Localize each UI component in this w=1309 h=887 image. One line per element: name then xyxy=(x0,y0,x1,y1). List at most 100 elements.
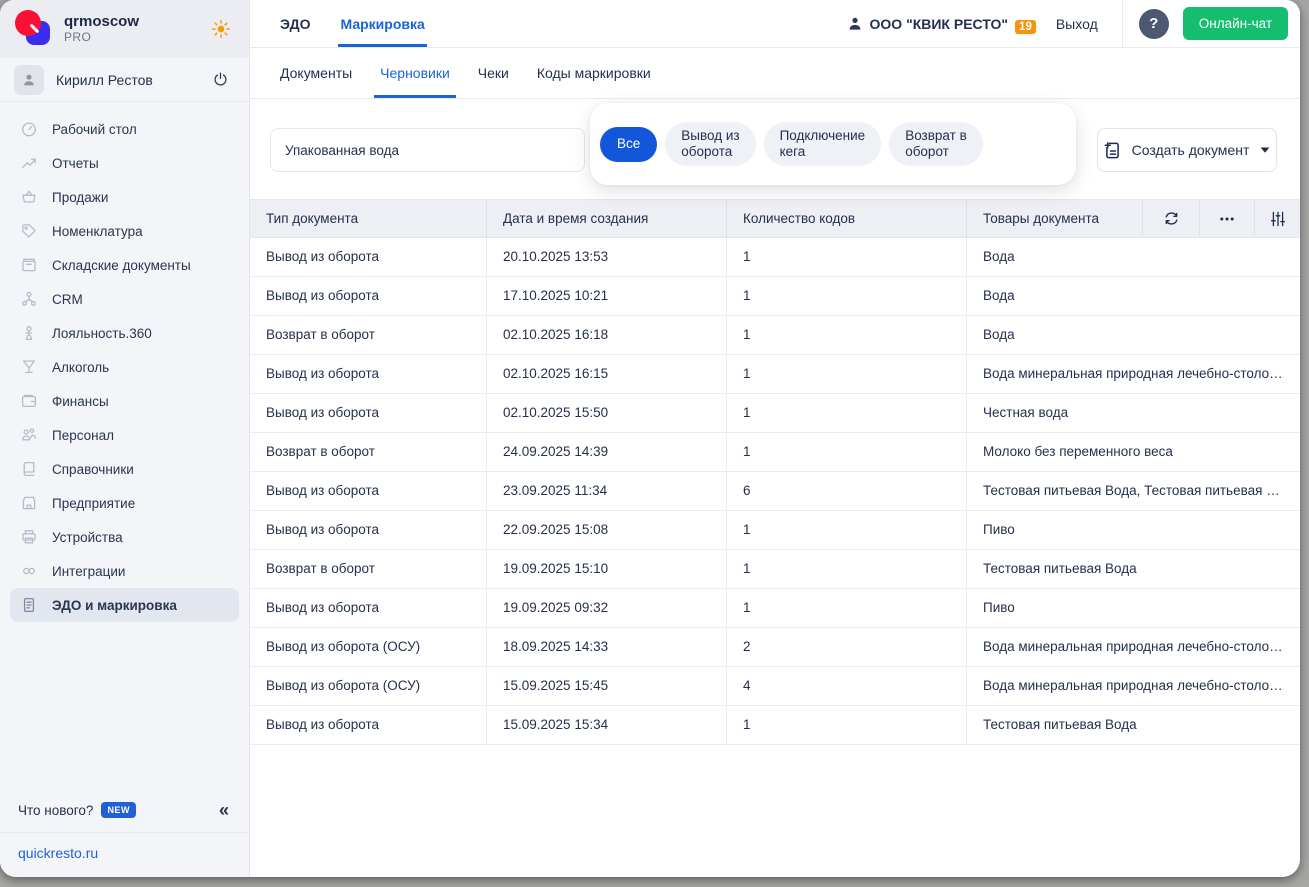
sales-icon xyxy=(20,188,38,206)
sidebar-item-sales[interactable]: Продажи xyxy=(10,180,239,214)
organization[interactable]: ООО "КВИК РЕСТО" 19 xyxy=(847,13,1036,34)
table-row[interactable]: Вывод из оборота 22.09.2025 15:08 1 Пиво xyxy=(250,511,1300,550)
cell-products: Молоко без переменного веса xyxy=(967,433,1300,471)
app-meta: qrmoscow PRO xyxy=(64,13,139,44)
column-header-codes: Количество кодов xyxy=(727,200,967,237)
sidebar-item-crm[interactable]: CRM xyxy=(10,282,239,316)
top-nav-tab[interactable]: Маркировка xyxy=(340,0,424,47)
filter-chip[interactable]: Возврат в оборот xyxy=(889,122,983,166)
refresh-button[interactable] xyxy=(1143,200,1200,237)
sidebar-item-staff[interactable]: Персонал xyxy=(10,418,239,452)
alcohol-icon xyxy=(20,358,38,376)
cell-codes-count: 1 xyxy=(727,433,967,471)
edo-icon xyxy=(20,596,38,614)
user-row[interactable]: Кирилл Рестов xyxy=(0,58,249,102)
finance-icon xyxy=(20,392,38,410)
cell-document-type: Вывод из оборота xyxy=(250,511,487,549)
sidebar-item-directories[interactable]: Справочники xyxy=(10,452,239,486)
whats-new-row[interactable]: Что нового? NEW « xyxy=(0,787,249,833)
filter-chip[interactable]: Вывод из оборота xyxy=(665,122,755,166)
cell-created-datetime: 02.10.2025 15:50 xyxy=(487,394,727,432)
cell-products: Тестовая питьевая Вода, Тестовая питьева… xyxy=(967,472,1300,510)
collapse-sidebar-icon[interactable]: « xyxy=(219,801,229,819)
table-row[interactable]: Вывод из оборота 02.10.2025 16:15 1 Вода… xyxy=(250,355,1300,394)
person-icon xyxy=(847,16,863,32)
tab-коды-маркировки[interactable]: Коды маркировки xyxy=(537,48,651,98)
sidebar-item-finance[interactable]: Финансы xyxy=(10,384,239,418)
cell-created-datetime: 15.09.2025 15:34 xyxy=(487,706,727,744)
table-row[interactable]: Возврат в оборот 24.09.2025 14:39 1 Моло… xyxy=(250,433,1300,472)
cell-created-datetime: 17.10.2025 10:21 xyxy=(487,277,727,315)
sidebar-item-integrations[interactable]: Интеграции xyxy=(10,554,239,588)
table-row[interactable]: Возврат в оборот 19.09.2025 15:10 1 Тест… xyxy=(250,550,1300,589)
theme-sun-icon[interactable] xyxy=(211,19,231,39)
top-nav-tab[interactable]: ЭДО xyxy=(280,0,310,47)
sidebar-item-devices[interactable]: Устройства xyxy=(10,520,239,554)
sidebar-item-nomenclature[interactable]: Номенклатура xyxy=(10,214,239,248)
sidebar-item-alcohol[interactable]: Алкоголь xyxy=(10,350,239,384)
table-row[interactable]: Вывод из оборота 02.10.2025 15:50 1 Чест… xyxy=(250,394,1300,433)
marking-tabs: Документы Черновики Чеки Коды маркировки xyxy=(250,48,1300,99)
sidebar-item-label: Устройства xyxy=(52,530,123,545)
table-row[interactable]: Возврат в оборот 02.10.2025 16:18 1 Вода xyxy=(250,316,1300,355)
staff-icon xyxy=(20,426,38,444)
table-row[interactable]: Вывод из оборота 15.09.2025 15:34 1 Тест… xyxy=(250,706,1300,745)
cell-products: Тестовая питьевая Вода xyxy=(967,706,1300,744)
table-row[interactable]: Вывод из оборота 19.09.2025 09:32 1 Пиво xyxy=(250,589,1300,628)
cell-products: Вода минеральная природная лечебно-столо… xyxy=(967,355,1300,393)
sidebar-item-warehouse[interactable]: Складские документы xyxy=(10,248,239,282)
sidebar-item-loyalty[interactable]: Лояльность.360 xyxy=(10,316,239,350)
user-name: Кирилл Рестов xyxy=(56,72,153,88)
cell-products: Вода минеральная природная лечебно-столо… xyxy=(967,667,1300,705)
more-options-button[interactable] xyxy=(1200,200,1255,237)
site-link[interactable]: quickresto.ru xyxy=(0,833,249,877)
sidebar-item-label: Персонал xyxy=(52,428,114,443)
sidebar-item-reports[interactable]: Отчеты xyxy=(10,146,239,180)
chevron-down-icon xyxy=(1258,143,1272,157)
sidebar-item-enterprise[interactable]: Предприятие xyxy=(10,486,239,520)
tab-чеки[interactable]: Чеки xyxy=(478,48,509,98)
create-document-button[interactable]: Создать документ xyxy=(1097,128,1277,172)
cell-created-datetime: 24.09.2025 14:39 xyxy=(487,433,727,471)
whats-new-label: Что нового? xyxy=(18,803,93,818)
column-header-products: Товары документа xyxy=(967,200,1143,237)
cell-created-datetime: 20.10.2025 13:53 xyxy=(487,238,727,276)
sidebar-item-label: Отчеты xyxy=(52,156,99,171)
column-settings-button[interactable] xyxy=(1255,200,1300,237)
power-icon[interactable] xyxy=(212,71,229,88)
column-header-created: Дата и время создания xyxy=(487,200,727,237)
column-header-type: Тип документа xyxy=(250,200,487,237)
online-chat-button[interactable]: Онлайн-чат xyxy=(1183,7,1288,40)
cell-created-datetime: 22.09.2025 15:08 xyxy=(487,511,727,549)
help-button[interactable]: ? xyxy=(1139,9,1169,39)
nomenclature-icon xyxy=(20,222,38,240)
sidebar-item-label: CRM xyxy=(52,292,83,307)
sidebar-item-edo[interactable]: ЭДО и маркировка xyxy=(10,588,239,622)
sidebar-item-desktop[interactable]: Рабочий стол xyxy=(10,112,239,146)
cell-document-type: Вывод из оборота xyxy=(250,277,487,315)
filter-chip[interactable]: Все xyxy=(600,127,657,162)
cell-document-type: Вывод из оборота xyxy=(250,238,487,276)
sidebar-item-label: Складские документы xyxy=(52,258,191,273)
crm-icon xyxy=(20,290,38,308)
sidebar-item-label: Номенклатура xyxy=(52,224,143,239)
cell-document-type: Вывод из оборота xyxy=(250,589,487,627)
cell-products: Пиво xyxy=(967,589,1300,627)
logout-link[interactable]: Выход xyxy=(1056,16,1098,32)
loyalty-icon xyxy=(20,324,38,342)
filter-chip[interactable]: Подключение кега xyxy=(764,122,882,166)
sidebar-header: qrmoscow PRO xyxy=(0,0,249,58)
cell-document-type: Вывод из оборота xyxy=(250,706,487,744)
cell-created-datetime: 23.09.2025 11:34 xyxy=(487,472,727,510)
search-input[interactable] xyxy=(270,128,585,172)
tab-черновики[interactable]: Черновики xyxy=(380,48,450,98)
table-row[interactable]: Вывод из оборота (ОСУ) 18.09.2025 14:33 … xyxy=(250,628,1300,667)
table-row[interactable]: Вывод из оборота 23.09.2025 11:34 6 Тест… xyxy=(250,472,1300,511)
tab-документы[interactable]: Документы xyxy=(280,48,352,98)
integrations-icon xyxy=(20,562,38,580)
new-badge: NEW xyxy=(101,802,136,818)
table-row[interactable]: Вывод из оборота 20.10.2025 13:53 1 Вода xyxy=(250,238,1300,277)
table-row[interactable]: Вывод из оборота 17.10.2025 10:21 1 Вода xyxy=(250,277,1300,316)
filter-chips-card: ВсеВывод из оборотаПодключение кегаВозвр… xyxy=(590,103,1076,185)
table-row[interactable]: Вывод из оборота (ОСУ) 15.09.2025 15:45 … xyxy=(250,667,1300,706)
